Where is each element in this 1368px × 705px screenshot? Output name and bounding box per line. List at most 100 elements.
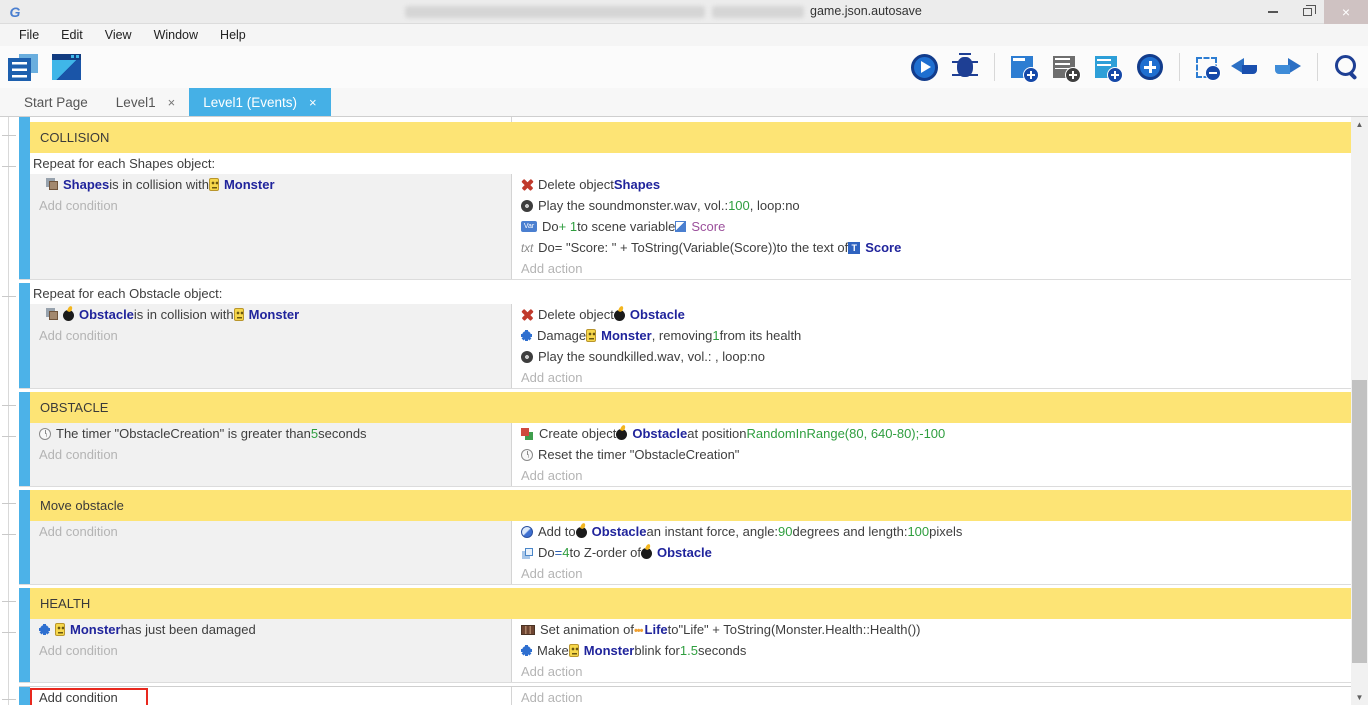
add-condition-button[interactable]: Add condition	[30, 325, 511, 346]
action-row[interactable]: Reset the timer "ObstacleCreation"	[512, 444, 1351, 465]
group-label[interactable]: OBSTACLE	[30, 392, 1351, 423]
menu-help[interactable]: Help	[209, 26, 257, 44]
scroll-down-arrow-icon[interactable]: ▼	[1351, 690, 1368, 705]
row-text: Shapes	[63, 177, 109, 192]
add-action-button[interactable]: Add action	[512, 258, 1351, 279]
add-condition-button[interactable]: Add condition	[30, 521, 511, 542]
menu-view[interactable]: View	[94, 26, 143, 44]
action-row[interactable]: Delete object Shapes	[512, 174, 1351, 195]
row-text: Obstacle	[630, 307, 685, 322]
row-text: Do	[542, 219, 559, 234]
life-icon	[634, 622, 643, 637]
action-row[interactable]: Do = 4 to Z-order of Obstacle	[512, 542, 1351, 563]
action-row[interactable]: Play the sound monster.wav, vol.: 100, l…	[512, 195, 1351, 216]
conditions-column: The timer "ObstacleCreation" is greater …	[30, 423, 512, 486]
damage-icon	[39, 624, 50, 635]
condition-row[interactable]: The timer "ObstacleCreation" is greater …	[30, 423, 511, 444]
event-group-header: Move obstacle	[19, 490, 1351, 521]
action-row[interactable]: Make Monster blink for 1.5 seconds	[512, 640, 1351, 661]
row-text: , loop:	[750, 198, 785, 213]
delete-selection-icon[interactable]	[1196, 57, 1217, 78]
blurred-title-segment	[712, 6, 804, 18]
project-manager-icon[interactable]	[8, 54, 38, 81]
close-button[interactable]: ×	[1324, 0, 1368, 24]
row-text: 5	[311, 426, 318, 441]
add-condition-text: Add condition	[39, 643, 118, 658]
undo-icon[interactable]	[1231, 56, 1259, 78]
row-text: 100	[728, 198, 750, 213]
repeat-header[interactable]: Repeat for each Obstacle object:	[30, 283, 1351, 304]
group-label[interactable]: HEALTH	[30, 588, 1351, 619]
add-action-button[interactable]: Add action	[512, 661, 1351, 682]
group-label-text: COLLISION	[40, 130, 109, 145]
add-comment-icon[interactable]	[1053, 56, 1075, 78]
play-icon[interactable]	[911, 54, 938, 81]
row-text: 1	[712, 328, 719, 343]
tab-close-icon[interactable]: ×	[168, 95, 176, 110]
action-row[interactable]: Add to Obstacle an instant force, angle:…	[512, 521, 1351, 542]
event-accent-bar	[19, 392, 30, 423]
event-accent-bar	[19, 122, 30, 153]
row-text: to	[668, 622, 679, 637]
add-action-button[interactable]: Add action	[512, 367, 1351, 388]
action-row[interactable]: Damage Monster, removing 1 from its heal…	[512, 325, 1351, 346]
search-icon[interactable]	[1334, 54, 1360, 80]
row-text: Play the sound	[538, 198, 624, 213]
add-subevent-icon[interactable]	[1095, 56, 1117, 78]
add-circle-icon[interactable]	[1137, 54, 1163, 80]
tab-level1[interactable]: Level1×	[102, 88, 189, 116]
menu-window[interactable]: Window	[143, 26, 209, 44]
bomb-icon	[63, 310, 74, 321]
action-row[interactable]: Set animation of Life to "Life" + ToStri…	[512, 619, 1351, 640]
group-label[interactable]: COLLISION	[30, 122, 1351, 153]
row-text: = "Score: " + ToString(Variable(Score))	[555, 240, 777, 255]
add-action-text: Add action	[521, 566, 582, 581]
tab-level1-events-[interactable]: Level1 (Events)×	[189, 88, 330, 116]
event-body: OBSTACLE	[30, 392, 1351, 423]
tab-close-icon[interactable]: ×	[309, 95, 317, 110]
restore-button[interactable]	[1290, 0, 1324, 24]
actions-column: Delete object ObstacleDamage Monster, re…	[512, 304, 1351, 388]
timer-icon	[521, 449, 533, 461]
event-body: The timer "ObstacleCreation" is greater …	[30, 423, 1351, 486]
group-label[interactable]: Move obstacle	[30, 490, 1351, 521]
action-row[interactable]: Create object Obstacle at position Rando…	[512, 423, 1351, 444]
add-condition-button[interactable]: Add condition	[30, 444, 511, 465]
row-text: Obstacle	[657, 545, 712, 560]
tab-start-page[interactable]: Start Page	[10, 88, 102, 116]
action-row[interactable]: Do + 1 to scene variable Score	[512, 216, 1351, 237]
row-text: Do	[538, 240, 555, 255]
redo-icon[interactable]	[1273, 56, 1301, 78]
add-action-button[interactable]: Add action	[512, 687, 1351, 705]
action-row[interactable]: Play the sound killed.wav, vol.: , loop:…	[512, 346, 1351, 367]
debug-icon[interactable]	[957, 57, 973, 77]
add-action-button[interactable]: Add action	[512, 563, 1351, 584]
scroll-up-arrow-icon[interactable]: ▲	[1351, 117, 1368, 132]
add-condition-button[interactable]: Add condition	[30, 195, 511, 216]
menu-file[interactable]: File	[8, 26, 50, 44]
menu-edit[interactable]: Edit	[50, 26, 94, 44]
add-event-icon[interactable]	[1011, 56, 1033, 78]
add-condition-button[interactable]: Add condition	[30, 640, 511, 661]
add-action-button[interactable]: Add action	[512, 465, 1351, 486]
row-text: no	[785, 198, 799, 213]
add-condition-button[interactable]: Add condition	[30, 687, 511, 705]
row-text: 4	[562, 545, 569, 560]
repeat-text: Repeat for each Obstacle object:	[33, 286, 222, 301]
bomb-icon	[616, 429, 627, 440]
scenevar-icon	[675, 221, 686, 232]
condition-row[interactable]: Obstacle is in collision with Monster	[30, 304, 511, 325]
repeat-header[interactable]: Repeat for each Shapes object:	[30, 153, 1351, 174]
scene-editor-icon[interactable]	[52, 54, 81, 80]
var-icon	[521, 221, 537, 232]
condition-row[interactable]: Shapes is in collision with Monster	[30, 174, 511, 195]
toolbar-separator	[1179, 53, 1180, 81]
action-row[interactable]: Do = "Score: " + ToString(Variable(Score…	[512, 237, 1351, 258]
row-text: to Z-order of	[569, 545, 641, 560]
row-text: Make	[537, 643, 569, 658]
vertical-scrollbar[interactable]: ▲ ▼	[1351, 117, 1368, 705]
action-row[interactable]: Delete object Obstacle	[512, 304, 1351, 325]
condition-row[interactable]: Monster has just been damaged	[30, 619, 511, 640]
scrollbar-thumb[interactable]	[1352, 380, 1367, 663]
minimize-button[interactable]	[1256, 0, 1290, 24]
